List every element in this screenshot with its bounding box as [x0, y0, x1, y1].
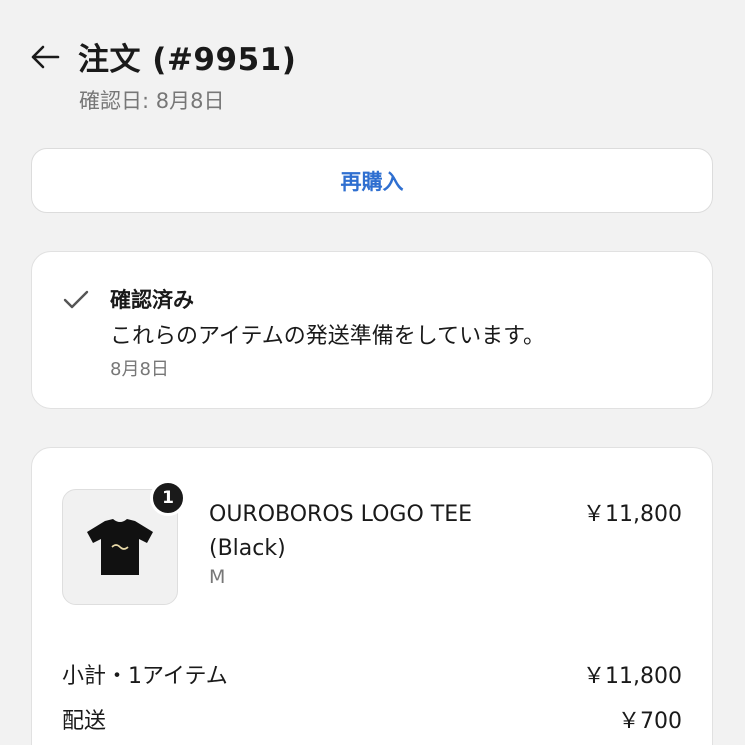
status-title: 確認済み — [110, 288, 194, 312]
tshirt-icon — [87, 519, 153, 575]
arrow-left-icon[interactable] — [30, 42, 66, 72]
confirmed-date: 確認日: 8月8日 — [79, 89, 225, 113]
shipping-value: ￥700 — [618, 709, 682, 734]
order-items-card: 1 OUROBOROS LOGO TEE (Black) M ￥11,800 小… — [31, 447, 713, 745]
subtotal-row: 小計・1アイテム ￥11,800 — [62, 658, 682, 690]
rebuy-button[interactable]: 再購入 — [31, 148, 713, 213]
status-card: 確認済み これらのアイテムの発送準備をしています。 8月8日 — [31, 251, 713, 409]
page-header: 注文 (#9951) 確認日: 8月8日 — [30, 34, 710, 115]
status-date: 8月8日 — [110, 359, 169, 380]
status-message: これらのアイテムの発送準備をしています。 — [110, 324, 545, 349]
item-price: ￥11,800 — [583, 502, 682, 527]
shipping-row: 配送 ￥700 — [62, 703, 682, 735]
shipping-label: 配送 — [62, 709, 107, 734]
item-name: OUROBOROS LOGO TEE (Black) — [209, 502, 472, 561]
page-title: 注文 (#9951) — [78, 42, 297, 78]
subtotal-label: 小計・1アイテム — [62, 664, 228, 689]
item-variant: M — [209, 566, 226, 588]
subtotal-value: ￥11,800 — [583, 664, 682, 689]
checkmark-icon — [62, 288, 90, 312]
quantity-badge: 1 — [150, 480, 186, 516]
title-row: 注文 (#9951) — [30, 34, 710, 79]
